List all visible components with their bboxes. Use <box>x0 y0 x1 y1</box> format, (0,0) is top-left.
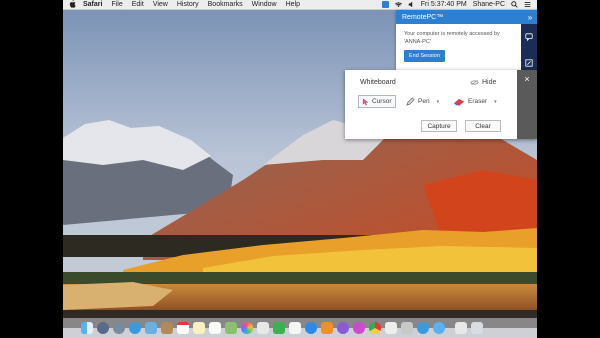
dock-files-icon[interactable] <box>455 322 467 334</box>
remotepc-message: Your computer is remotely accessed by 'A… <box>404 31 500 45</box>
dock-settings-icon[interactable] <box>337 322 349 334</box>
cursor-label: Cursor <box>372 98 392 105</box>
remotepc-body: Your computer is remotely accessed by 'A… <box>396 24 521 68</box>
dock-calendar-icon[interactable] <box>177 322 189 334</box>
menu-window[interactable]: Window <box>252 1 277 8</box>
dock-books-icon[interactable] <box>321 322 333 334</box>
dock-facetime-icon[interactable] <box>273 322 285 334</box>
menu-safari[interactable]: Safari <box>83 1 102 8</box>
pen-dropdown-icon[interactable]: ▾ <box>437 99 440 105</box>
whiteboard-panel: Whiteboard Hide Cursor Pen ▾ Eraser ▾ Ca… <box>345 70 537 139</box>
search-icon[interactable] <box>511 1 518 8</box>
chat-icon[interactable] <box>525 28 533 46</box>
eraser-label: Eraser <box>468 98 488 105</box>
dock-script-editor-icon[interactable] <box>401 322 413 334</box>
dock-mail-icon[interactable] <box>385 322 397 334</box>
menu-help[interactable]: Help <box>286 1 300 8</box>
wifi-icon[interactable] <box>394 1 402 8</box>
menu-file[interactable]: File <box>111 1 122 8</box>
hide-label: Hide <box>482 79 497 86</box>
hide-button[interactable]: Hide <box>470 79 496 86</box>
eraser-icon <box>453 98 465 106</box>
list-menu-icon[interactable] <box>524 1 531 8</box>
whiteboard-title: Whiteboard <box>360 79 396 86</box>
eye-hidden-icon <box>470 79 479 86</box>
close-icon[interactable]: × <box>524 74 529 84</box>
remotepc-title: RemotePC™ <box>402 13 444 21</box>
dock-rocket-icon[interactable] <box>113 322 125 334</box>
dock-remotepc-2-icon[interactable] <box>433 322 445 334</box>
dock-finder-icon[interactable] <box>81 322 93 334</box>
dock-safari-icon[interactable] <box>129 322 141 334</box>
menubar-user[interactable]: Shane-PC <box>473 1 505 8</box>
dock-itunes-icon[interactable] <box>289 322 301 334</box>
pen-label: Pen <box>418 98 430 105</box>
dock-notes-icon[interactable] <box>193 322 205 334</box>
menu-history[interactable]: History <box>177 1 199 8</box>
menu-bookmarks[interactable]: Bookmarks <box>208 1 243 8</box>
end-session-button[interactable]: End Session <box>404 50 445 62</box>
remotepc-panel: RemotePC™ » Your computer is remotely ac… <box>396 10 537 70</box>
dock-messages-icon[interactable] <box>257 322 269 334</box>
dock-app-store-icon[interactable] <box>305 322 317 334</box>
menubar-status-area: Fri 5:37:40 PM Shane-PC <box>381 1 537 8</box>
collapse-chevron-icon[interactable]: » <box>523 13 537 22</box>
volume-icon[interactable] <box>408 1 415 8</box>
cursor-tool[interactable]: Cursor <box>358 95 396 108</box>
menu-bar: Safari File Edit View History Bookmarks … <box>63 0 537 10</box>
remotepc-sidebar <box>521 24 537 70</box>
dock-trash-icon[interactable] <box>471 322 483 334</box>
cursor-icon <box>362 97 369 105</box>
dock-reminders-icon[interactable] <box>209 322 221 334</box>
dock-launchpad-icon[interactable] <box>97 322 109 334</box>
apple-menu-icon[interactable] <box>69 0 77 10</box>
eraser-dropdown-icon[interactable]: ▾ <box>494 99 497 105</box>
dock-photos-icon[interactable] <box>145 322 157 334</box>
whiteboard-side-strip: × <box>517 70 537 139</box>
menubar-clock[interactable]: Fri 5:37:40 PM <box>421 1 467 8</box>
dock-contacts-icon[interactable] <box>161 322 173 334</box>
pen-tool[interactable]: Pen ▾ <box>406 95 439 108</box>
eraser-tool[interactable]: Eraser ▾ <box>453 95 497 108</box>
dock-photos-app-icon[interactable] <box>241 322 253 334</box>
menu-edit[interactable]: Edit <box>132 1 144 8</box>
dock-maps-icon[interactable] <box>225 322 237 334</box>
dock-remotepc-icon[interactable] <box>417 322 429 334</box>
clear-button[interactable]: Clear <box>465 120 501 132</box>
dock-chrome-icon[interactable] <box>369 322 381 334</box>
dock-itunes-2-icon[interactable] <box>353 322 365 334</box>
remotepc-status-icon[interactable] <box>381 1 389 8</box>
remotepc-header: RemotePC™ » <box>396 10 537 24</box>
menu-view[interactable]: View <box>153 1 168 8</box>
capture-button[interactable]: Capture <box>421 120 457 132</box>
pen-icon <box>406 97 415 106</box>
desktop-screen: Safari File Edit View History Bookmarks … <box>63 0 537 338</box>
dock <box>63 318 537 338</box>
